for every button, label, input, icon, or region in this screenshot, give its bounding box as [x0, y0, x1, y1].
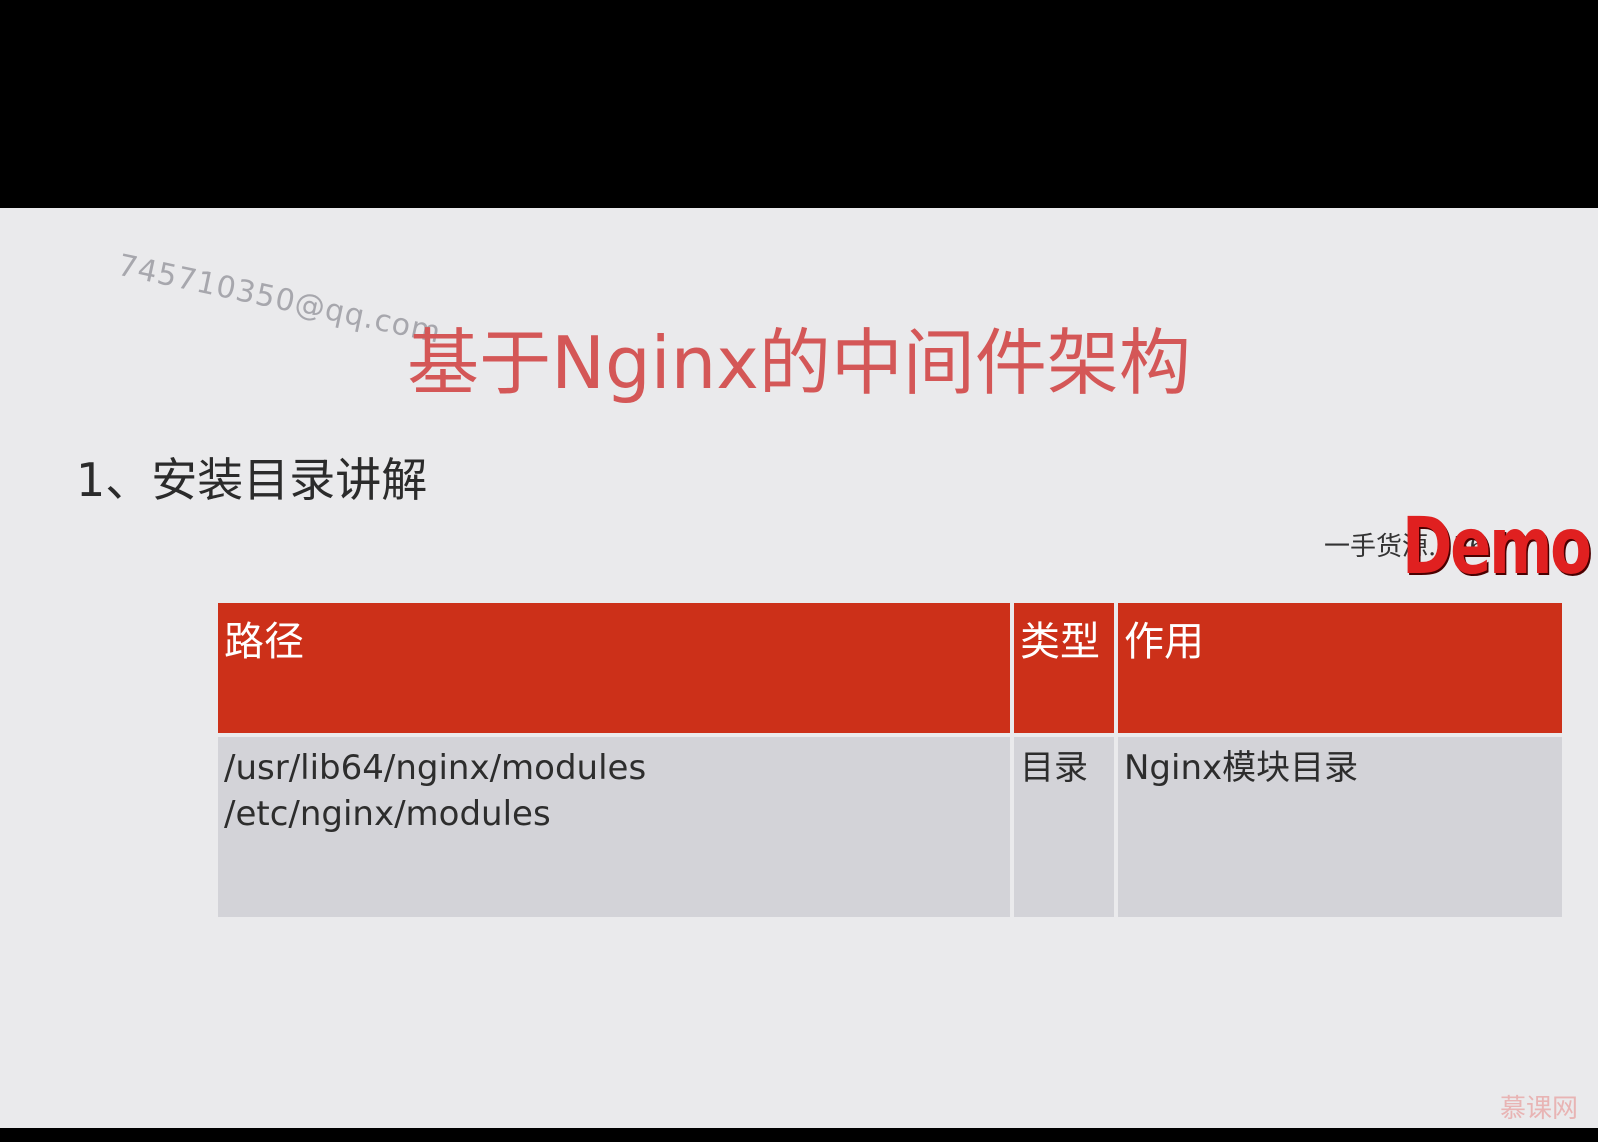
path-line-1: /usr/lib64/nginx/modules — [224, 748, 647, 788]
header-desc: 作用 — [1118, 603, 1562, 733]
header-type: 类型 — [1014, 603, 1114, 733]
install-directory-table: 路径 类型 作用 /usr/lib64/nginx/modules /etc/n… — [218, 603, 1562, 918]
top-letterbox — [0, 0, 1598, 208]
slide: 745710350@qq.com 基于Nginx的中间件架构 1、安装目录讲解 … — [0, 208, 1598, 1128]
demo-stamp: Demo — [1402, 502, 1592, 592]
table-row: /usr/lib64/nginx/modules /etc/nginx/modu… — [218, 737, 1562, 917]
cell-path: /usr/lib64/nginx/modules /etc/nginx/modu… — [218, 737, 1010, 917]
bottom-letterbox — [0, 1128, 1598, 1142]
slide-title: 基于Nginx的中间件架构 — [407, 321, 1191, 405]
cell-desc: Nginx模块目录 — [1118, 737, 1562, 917]
table-header-row: 路径 类型 作用 — [218, 603, 1562, 733]
cell-type: 目录 — [1014, 737, 1114, 917]
brand-logo: 慕课网 — [1500, 1094, 1579, 1124]
path-line-2: /etc/nginx/modules — [224, 794, 551, 834]
header-path: 路径 — [218, 603, 1010, 733]
section-heading: 1、安装目录讲解 — [76, 453, 428, 507]
